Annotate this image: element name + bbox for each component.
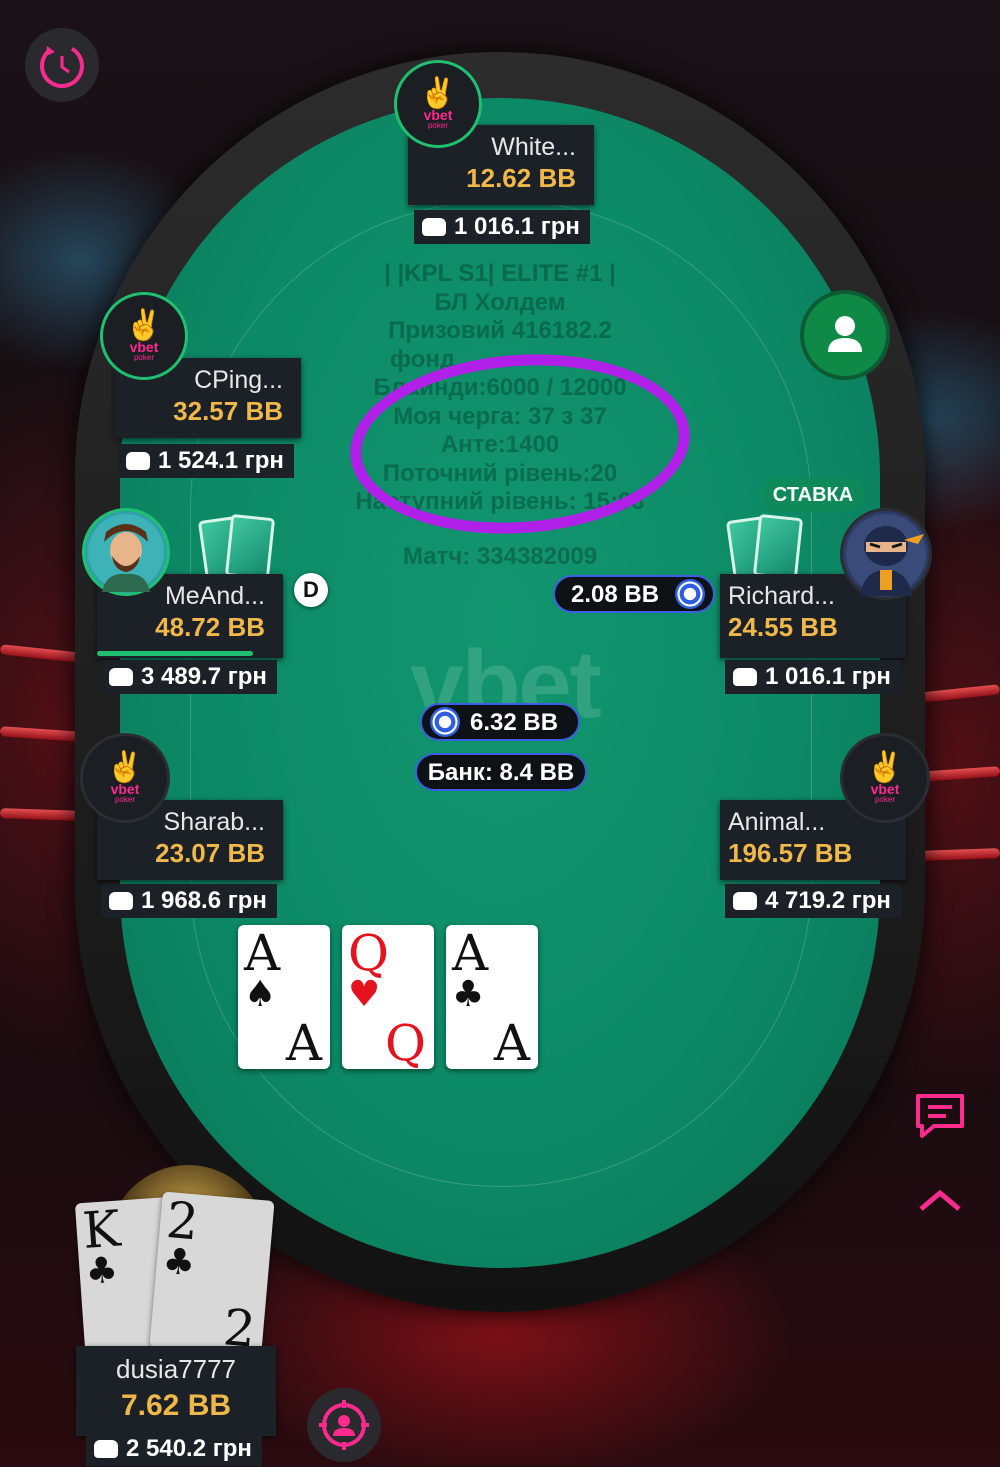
poker-wordmark: poker: [874, 794, 895, 804]
vbet-wordmark: vbet: [423, 106, 453, 123]
expand-button[interactable]: [915, 1185, 965, 1215]
vbet-wordmark: vbet: [110, 780, 140, 797]
wallet-icon: [733, 892, 757, 910]
center-bet: 6.32 BB: [420, 703, 580, 741]
target-user-icon: [319, 1400, 369, 1450]
player-avatar[interactable]: ✌ vbet poker: [100, 292, 188, 380]
board-card: A ♣ A: [446, 925, 538, 1069]
player-avatar[interactable]: [840, 508, 932, 600]
player-stack: 3 489.7 грн: [101, 660, 277, 694]
chevron-up-icon: [919, 1189, 961, 1211]
profile-button[interactable]: [307, 1388, 381, 1462]
dealer-button: D: [294, 573, 328, 607]
ninja-avatar-icon: [846, 514, 926, 596]
hero-bb: 7.62 BB: [120, 1389, 232, 1422]
vbet-hand-icon: ✌: [125, 308, 163, 342]
hidden-card: [224, 513, 276, 581]
chat-icon: [916, 1094, 964, 1138]
vbet-hand-icon: ✌: [866, 750, 904, 784]
player-bb: 48.72 BB: [155, 612, 265, 642]
match-number: Матч: 334382009: [402, 542, 598, 570]
info-line: | |KPL S1| ELITE #1 |: [384, 260, 616, 287]
vbet-hand-icon: ✌: [106, 750, 144, 784]
player-stack: 4 719.2 грн: [725, 884, 901, 918]
hero-plate: dusia7777 7.62 BB: [76, 1346, 276, 1436]
player-bb: 32.57 BB: [173, 396, 283, 426]
wallet-icon: [109, 892, 133, 910]
player-bb: 23.07 BB: [155, 838, 265, 868]
player-bet: 2.08 BB: [553, 575, 715, 613]
wallet-icon: [94, 1440, 118, 1458]
player-avatar[interactable]: ✌ vbet poker: [840, 733, 930, 823]
cartoon-man-avatar-icon: [88, 514, 164, 592]
wallet-icon: [422, 218, 446, 236]
hero-card: 2 ♣ 2: [149, 1191, 275, 1359]
hidden-card: [752, 513, 804, 581]
action-badge: СТАВКА: [762, 478, 864, 512]
player-bb: 196.57 BB: [728, 838, 853, 868]
replay-icon: [40, 44, 84, 88]
vbet-hand-icon: ✌: [419, 76, 457, 110]
player-stack: 1 016.1 грн: [414, 210, 590, 244]
player-avatar[interactable]: [82, 508, 170, 596]
player-avatar[interactable]: ✌ vbet poker: [394, 60, 482, 148]
wallet-icon: [109, 668, 133, 686]
chip-icon: [430, 707, 460, 737]
vbet-wordmark: vbet: [870, 780, 900, 797]
poker-wordmark: poker: [133, 352, 154, 362]
player-stack: 1 968.6 грн: [101, 884, 277, 918]
chat-button[interactable]: [912, 1090, 968, 1142]
replay-button[interactable]: [25, 28, 99, 102]
pot-label: Банк: 8.4 BB: [415, 753, 587, 791]
vbet-wordmark: vbet: [129, 338, 159, 355]
board-card: Q ♥ Q: [342, 925, 434, 1069]
chip-icon: [675, 579, 705, 609]
turn-timer-bar: [97, 651, 253, 656]
board-card: A ♠ A: [238, 925, 330, 1069]
user-seat-icon: [828, 316, 862, 352]
sit-here-button[interactable]: [800, 290, 890, 380]
player-stack: 1 524.1 грн: [118, 444, 294, 478]
wallet-icon: [126, 452, 150, 470]
wallet-icon: [733, 668, 757, 686]
hero-stack: 2 540.2 грн: [86, 1432, 262, 1466]
poker-wordmark: poker: [427, 120, 448, 130]
info-line: БЛ Холдем: [434, 288, 566, 316]
player-bb: 12.62 BB: [466, 163, 576, 193]
info-line: Призовий 416182.2: [388, 317, 612, 344]
poker-wordmark: poker: [114, 794, 135, 804]
player-avatar[interactable]: ✌ vbet poker: [80, 733, 170, 823]
player-stack: 1 016.1 грн: [725, 660, 901, 694]
player-bb: 24.55 BB: [728, 612, 838, 642]
hero-name: dusia7777: [116, 1354, 236, 1384]
